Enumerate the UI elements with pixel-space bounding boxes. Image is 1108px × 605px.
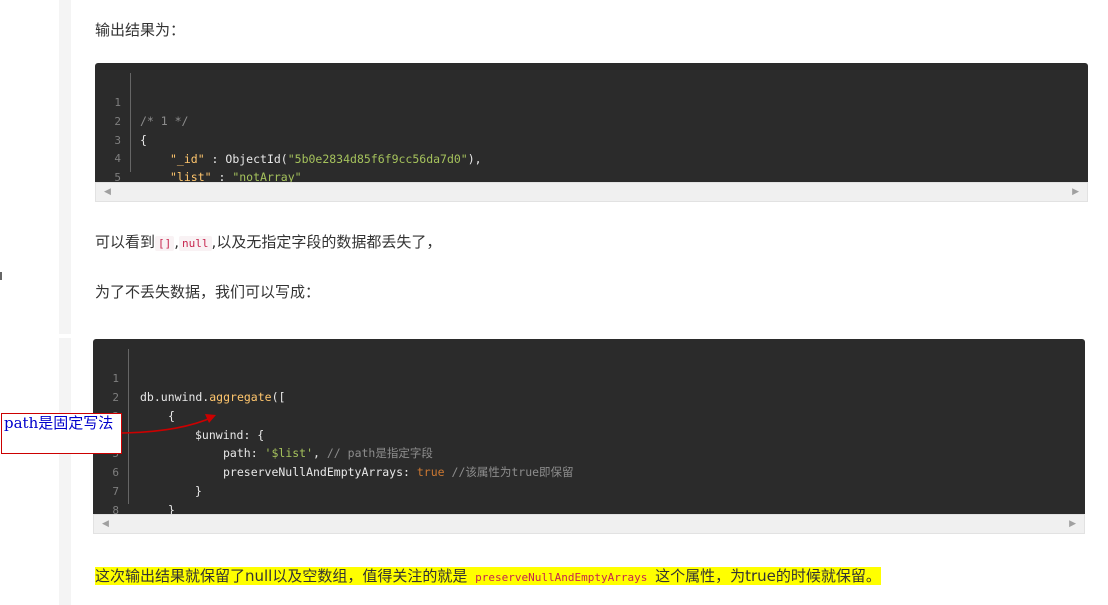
annotation-arrow-icon [121, 414, 216, 434]
highlighted-text: 这次输出结果就保留了null以及空数组，值得关注的就是 preserveNull… [95, 567, 881, 585]
paragraph-final-note: 这次输出结果就保留了null以及空数组，值得关注的就是 preserveNull… [95, 565, 881, 586]
inline-code-preserve: preserveNullAndEmptyArrays [472, 570, 651, 585]
annotation-note: path是固定写法 [1, 413, 122, 454]
